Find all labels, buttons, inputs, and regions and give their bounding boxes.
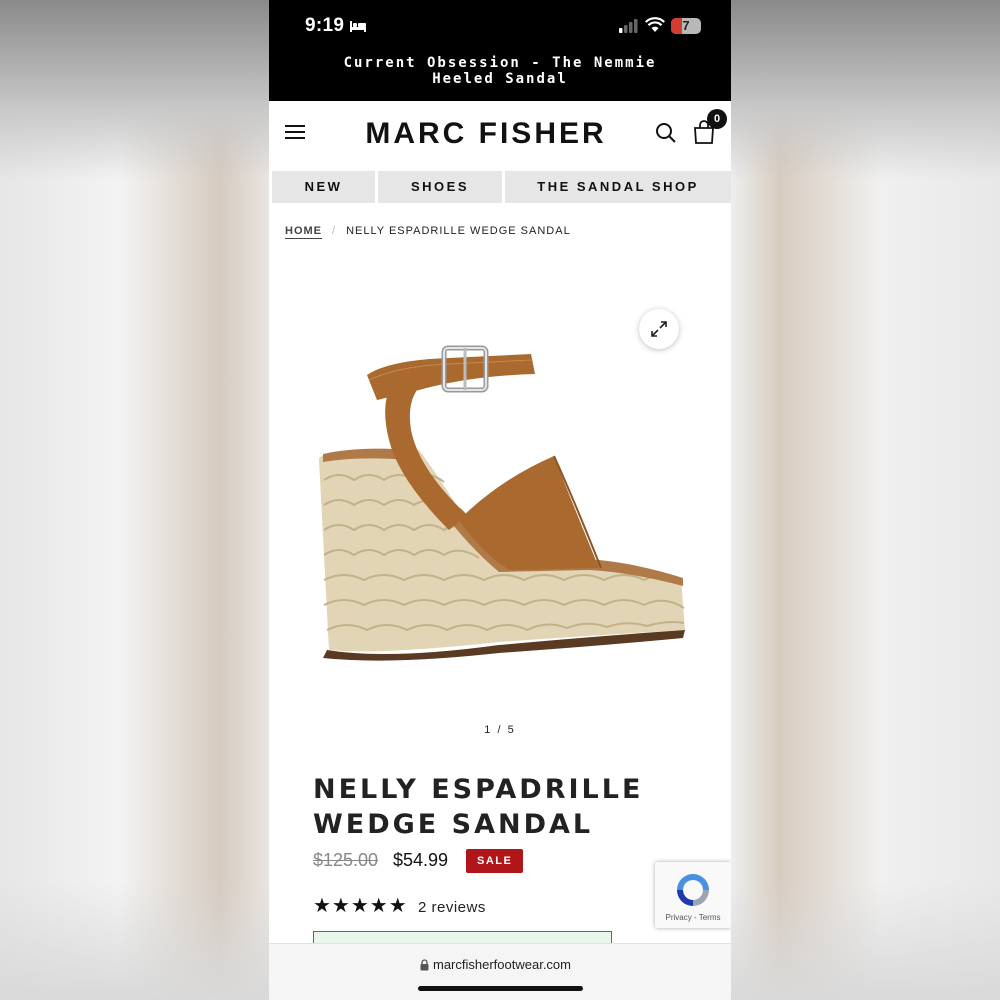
gallery-pager: 1 / 5: [484, 724, 516, 736]
recaptcha-icon: [677, 874, 709, 906]
recaptcha-badge[interactable]: Privacy - Terms: [655, 862, 731, 928]
battery-level: 7: [682, 18, 690, 33]
home-indicator[interactable]: [418, 986, 583, 991]
cart-count-badge: 0: [707, 109, 727, 129]
main-nav: NEW SHOES THE SANDAL SHOP: [272, 171, 731, 203]
original-price: $125.00: [313, 850, 379, 870]
reviews-link[interactable]: 2 reviews: [418, 899, 486, 916]
status-and-promo: 9:19 7 Current Obsession - The Nemmie He…: [269, 0, 731, 101]
browser-address-bar[interactable]: marcfisherfootwear.com: [269, 943, 731, 1000]
product-image[interactable]: [299, 330, 699, 670]
breadcrumb-separator: /: [332, 225, 337, 237]
breadcrumb: HOME / NELLY ESPADRILLE WEDGE SANDAL: [285, 225, 571, 237]
browser-url[interactable]: marcfisherfootwear.com: [433, 957, 571, 972]
product-title: NELLY ESPADRILLE WEDGE SANDAL: [313, 774, 644, 840]
breadcrumb-home-link[interactable]: HOME: [285, 225, 322, 237]
status-time: 9:19: [305, 15, 345, 36]
search-icon[interactable]: [655, 122, 677, 144]
star-rating[interactable]: ★★★★★: [313, 893, 408, 918]
cell-signal-icon: [619, 19, 638, 33]
sleep-focus-icon: [350, 21, 366, 32]
recaptcha-links[interactable]: Privacy - Terms: [655, 913, 731, 922]
wifi-icon: [645, 17, 665, 32]
lock-icon: [420, 959, 429, 971]
sale-badge: SALE: [466, 849, 524, 873]
promo-banner[interactable]: Current Obsession - The Nemmie Heeled Sa…: [309, 55, 691, 87]
nav-new[interactable]: NEW: [272, 171, 375, 203]
breadcrumb-current: NELLY ESPADRILLE WEDGE SANDAL: [346, 225, 571, 237]
phone-screen: 9:19 7 Current Obsession - The Nemmie He…: [269, 0, 731, 1000]
nav-shoes[interactable]: SHOES: [378, 171, 502, 203]
battery-indicator: 7: [671, 18, 701, 34]
sale-price: $54.99: [393, 850, 449, 870]
hamburger-menu-icon[interactable]: [285, 125, 305, 141]
nav-sandal-shop[interactable]: THE SANDAL SHOP: [505, 171, 731, 203]
site-header: MARC FISHER 0: [269, 101, 731, 171]
brand-logo[interactable]: MARC FISHER: [341, 117, 631, 151]
